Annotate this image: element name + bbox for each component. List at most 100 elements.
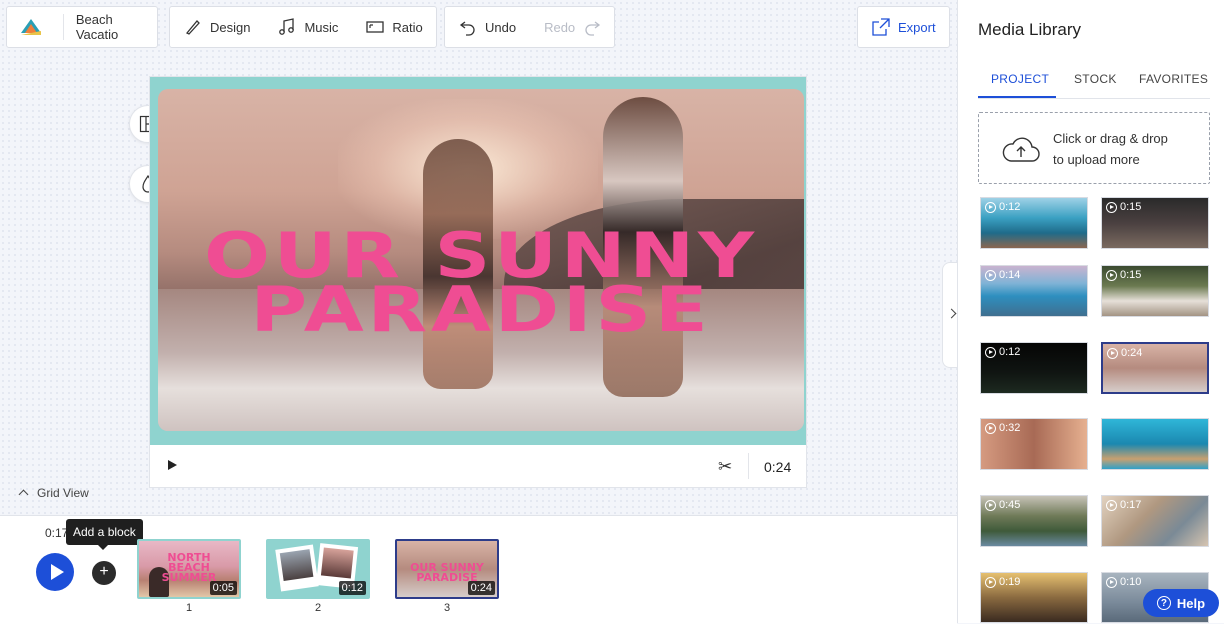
play-circle-icon (985, 201, 996, 213)
media-thumbnail[interactable]: 0:12 (980, 342, 1088, 394)
thumb-duration: 0:24 (1107, 347, 1142, 359)
thumb-duration: 0:19 (985, 576, 1020, 588)
music-label: Music (304, 19, 339, 35)
help-button[interactable]: ? Help (1143, 589, 1219, 617)
play-circle-icon (985, 576, 996, 588)
title-line-2: PARADISE (250, 273, 712, 346)
media-thumbnail[interactable]: 0:19 (980, 572, 1088, 623)
grid-view-label: Grid View (37, 486, 89, 500)
media-thumbnail[interactable]: 0:32 (980, 418, 1088, 470)
chevron-up-icon (18, 489, 29, 500)
media-thumbnail-selected[interactable]: 0:24 (1101, 342, 1209, 394)
export-button[interactable]: Export (858, 7, 950, 47)
thumb-duration: 0:10 (1106, 576, 1141, 588)
video-preview[interactable]: OUR SUNNY PARADISE (150, 77, 806, 445)
thumb-duration-text: 0:24 (1121, 347, 1143, 359)
timeline-play-button[interactable] (36, 553, 74, 591)
tab-stock[interactable]: STOCK (1074, 72, 1117, 86)
grid-view-toggle[interactable]: Grid View (18, 486, 89, 500)
thumb-duration-text: 0:45 (999, 499, 1021, 511)
scissors-icon[interactable]: ✂ (718, 457, 732, 477)
help-label: Help (1176, 595, 1206, 611)
cloud-upload-icon (1002, 137, 1040, 162)
music-note-icon (279, 18, 295, 35)
media-thumbnail[interactable]: 0:15 (1101, 197, 1209, 249)
timeline-current-time: 0:17 (45, 526, 69, 540)
export-toolbar: Export (857, 6, 950, 48)
media-thumbnail[interactable]: 0:15 (1101, 265, 1209, 317)
design-button[interactable]: Design (170, 7, 264, 47)
export-label: Export (898, 19, 936, 35)
play-circle-icon (985, 499, 996, 511)
media-thumbnail[interactable]: 0:12 (980, 197, 1088, 249)
video-image: OUR SUNNY PARADISE (158, 89, 804, 431)
clip-number: 2 (314, 602, 322, 614)
thumb-duration-text: 0:19 (999, 576, 1021, 588)
project-toolbar: Beach Vacatio (6, 6, 158, 48)
clip-duration: 0:12 (338, 581, 366, 595)
music-button[interactable]: Music (264, 7, 352, 47)
undo-button[interactable]: Undo (445, 7, 530, 47)
brush-icon (185, 20, 200, 35)
thumb-duration: 0:14 (985, 269, 1020, 281)
play-icon[interactable] (168, 460, 177, 470)
tab-project[interactable]: PROJECT (991, 72, 1049, 86)
history-toolbar: Undo Redo (444, 6, 615, 48)
playback-controls: ✂ 0:24 (150, 445, 806, 487)
upload-dropzone[interactable]: Click or drag & drop to upload more (978, 112, 1210, 184)
ratio-button[interactable]: Ratio (352, 7, 436, 47)
export-icon (872, 18, 890, 36)
edit-toolbar: Design Music Ratio (169, 6, 437, 48)
polaroid-1 (275, 544, 319, 592)
app-logo[interactable] (7, 7, 63, 47)
play-circle-icon (985, 269, 996, 281)
thumb-duration-text: 0:17 (1120, 499, 1142, 511)
play-icon (50, 564, 64, 580)
thumb-duration: 0:15 (1106, 269, 1141, 281)
clip-duration: 0:05 (209, 581, 237, 595)
media-thumbnail[interactable]: 0:17 (1101, 495, 1209, 547)
upload-line-2: to upload more (1053, 152, 1140, 167)
thumb-duration: 0:32 (985, 422, 1020, 434)
thumb-duration: 0:12 (985, 346, 1020, 358)
chevron-right-icon (946, 308, 957, 319)
active-tab-indicator (978, 96, 1056, 98)
tab-favorites[interactable]: FAVORITES (1139, 72, 1208, 86)
play-circle-icon (1106, 201, 1117, 213)
media-thumbnail[interactable]: 0:45 (980, 495, 1088, 547)
clip-number: 3 (443, 602, 451, 614)
logo-icon (21, 19, 41, 35)
thumb-duration-text: 0:10 (1120, 576, 1142, 588)
preview-stage: OUR SUNNY PARADISE ✂ 0:24 (149, 76, 807, 488)
thumb-duration: 0:17 (1106, 499, 1141, 511)
timeline: 0:17 + Add a block NORTH BEACH SUMMER 0:… (0, 515, 957, 624)
redo-button[interactable]: Redo (530, 7, 623, 47)
thumb-duration-text: 0:12 (999, 346, 1021, 358)
play-circle-icon (1106, 576, 1117, 588)
timeline-clip-2[interactable]: 0:12 (266, 539, 370, 599)
aspect-ratio-icon (366, 21, 385, 33)
video-duration: 0:24 (764, 459, 792, 475)
thumb-duration-text: 0:15 (1120, 269, 1142, 281)
thumb-duration-text: 0:32 (999, 422, 1021, 434)
media-thumbnail[interactable] (1101, 418, 1209, 470)
undo-icon (459, 21, 475, 36)
thumb-duration: 0:15 (1106, 201, 1141, 213)
timeline-clip-1[interactable]: NORTH BEACH SUMMER 0:05 (137, 539, 241, 599)
controls-divider (748, 453, 749, 479)
play-circle-icon (985, 346, 996, 358)
media-thumbnail[interactable]: 0:14 (980, 265, 1088, 317)
redo-label: Redo (544, 19, 576, 35)
upload-text: Click or drag & drop to upload more (1053, 128, 1168, 170)
thumb-duration: 0:45 (985, 499, 1020, 511)
media-library-panel: Media Library PROJECT STOCK FAVORITES Cl… (957, 0, 1224, 623)
project-name[interactable]: Beach Vacatio (64, 7, 157, 47)
timeline-clip-3[interactable]: OUR SUNNY PARADISE 0:24 (395, 539, 499, 599)
thumb-duration: 0:12 (985, 201, 1020, 213)
add-block-button[interactable]: + (92, 561, 116, 585)
ratio-label: Ratio (392, 19, 423, 35)
video-title-overlay[interactable]: OUR SUNNY PARADISE (158, 225, 804, 346)
add-block-tooltip: Add a block (66, 519, 143, 550)
thumb-duration-text: 0:12 (999, 201, 1021, 213)
play-circle-icon (1106, 499, 1117, 511)
